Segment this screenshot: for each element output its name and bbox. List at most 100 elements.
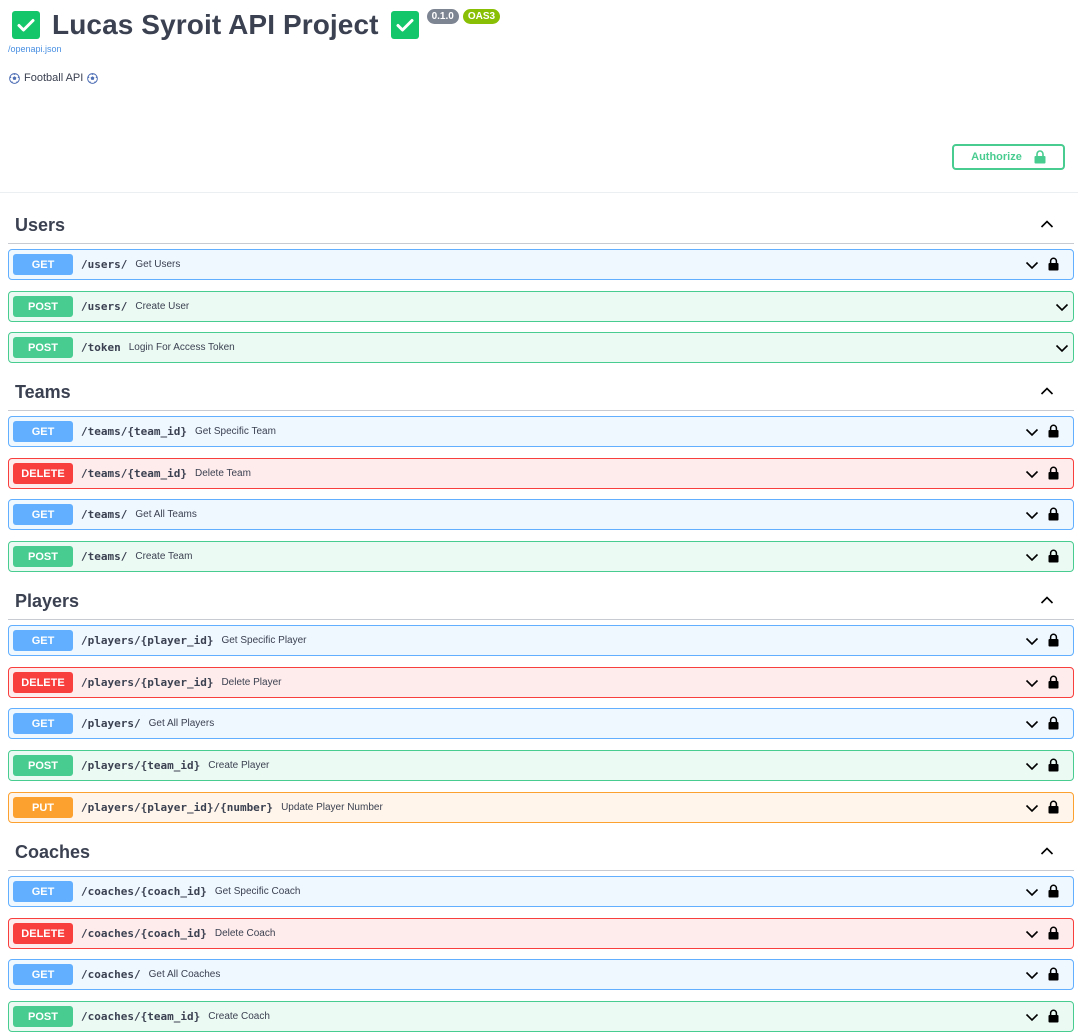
lock-icon[interactable] bbox=[1048, 758, 1059, 772]
lock-icon[interactable] bbox=[1048, 257, 1059, 271]
operation-path: /teams/ bbox=[81, 550, 128, 563]
method-badge: GET bbox=[13, 421, 73, 442]
operation-post-row[interactable]: POST/teams/Create Team bbox=[8, 541, 1074, 572]
tag-header-players[interactable]: Players bbox=[8, 582, 1074, 620]
chevron-down-icon[interactable] bbox=[1055, 302, 1069, 312]
operation-summary: Create Player bbox=[208, 760, 270, 771]
lock-icon[interactable] bbox=[1048, 1009, 1059, 1023]
method-badge: POST bbox=[13, 755, 73, 776]
method-badge: GET bbox=[13, 713, 73, 734]
chevron-down-icon[interactable] bbox=[1025, 510, 1039, 520]
chevron-down-icon[interactable] bbox=[1025, 1012, 1039, 1022]
operation-path: /players/{player_id} bbox=[81, 634, 214, 647]
operation-path: /players/{player_id}/{number} bbox=[81, 801, 274, 814]
chevron-down-icon[interactable] bbox=[1025, 552, 1039, 562]
chevron-down-icon[interactable] bbox=[1055, 343, 1069, 353]
lock-icon[interactable] bbox=[1048, 424, 1059, 438]
method-badge: GET bbox=[13, 254, 73, 275]
chevron-up-icon[interactable] bbox=[1040, 219, 1054, 229]
operation-path: /players/{player_id} bbox=[81, 676, 214, 689]
chevron-up-icon[interactable] bbox=[1040, 386, 1054, 396]
operation-delete-row[interactable]: DELETE/teams/{team_id} Delete Team bbox=[8, 458, 1074, 489]
operation-post-row[interactable]: POST/users/Create User bbox=[8, 291, 1074, 322]
method-badge: POST bbox=[13, 546, 73, 567]
method-badge: POST bbox=[13, 296, 73, 317]
operation-path: /coaches/ bbox=[81, 968, 141, 981]
chevron-down-icon[interactable] bbox=[1025, 678, 1039, 688]
authorize-button[interactable]: Authorize bbox=[952, 144, 1065, 170]
unlock-icon bbox=[1034, 150, 1046, 164]
operation-path: /teams/ bbox=[81, 508, 128, 521]
operation-delete-row[interactable]: DELETE/players/{player_id} Delete Player bbox=[8, 667, 1074, 698]
method-badge: PUT bbox=[13, 797, 73, 818]
lock-icon[interactable] bbox=[1048, 466, 1059, 480]
lock-icon[interactable] bbox=[1048, 507, 1059, 521]
lock-icon[interactable] bbox=[1048, 549, 1059, 563]
operation-summary: Create Team bbox=[135, 551, 193, 562]
operation-summary: Get Specific Player bbox=[221, 635, 307, 646]
operation-get-row[interactable]: GET/teams/{team_id} Get Specific Team bbox=[8, 416, 1074, 447]
operation-path: /players/ bbox=[81, 717, 141, 730]
tag-header-coaches[interactable]: Coaches bbox=[8, 833, 1074, 871]
soccer-ball-icon bbox=[9, 72, 20, 84]
method-badge: GET bbox=[13, 504, 73, 525]
method-badge: DELETE bbox=[13, 672, 73, 693]
operation-summary: Create User bbox=[135, 301, 190, 312]
operation-post-row[interactable]: POST/coaches/{team_id} Create Coach bbox=[8, 1001, 1074, 1032]
header-divider bbox=[0, 192, 1078, 193]
lock-icon[interactable] bbox=[1048, 675, 1059, 689]
operation-path: /teams/{team_id} bbox=[81, 467, 187, 480]
operation-delete-row[interactable]: DELETE/coaches/{coach_id} Delete Coach bbox=[8, 918, 1074, 949]
tag-header-users[interactable]: Users bbox=[8, 206, 1074, 244]
tag-name: Users bbox=[15, 215, 66, 235]
operation-get-row[interactable]: GET/teams/Get All Teams bbox=[8, 499, 1074, 530]
operation-get-row[interactable]: GET/users/Get Users bbox=[8, 249, 1074, 280]
operation-get-row[interactable]: GET/players/Get All Players bbox=[8, 708, 1074, 739]
operation-post-row[interactable]: POST/players/{team_id} Create Player bbox=[8, 750, 1074, 781]
operation-summary: Login For Access Token bbox=[128, 342, 235, 353]
operation-path: /players/{team_id} bbox=[81, 759, 201, 772]
operation-path: /coaches/{team_id} bbox=[81, 1010, 201, 1023]
page-title: Lucas Syroit API Project bbox=[52, 9, 379, 40]
operation-get-row[interactable]: GET/coaches/{coach_id} Get Specific Coach bbox=[8, 876, 1074, 907]
chevron-down-icon[interactable] bbox=[1025, 887, 1039, 897]
chevron-down-icon[interactable] bbox=[1025, 469, 1039, 479]
chevron-down-icon[interactable] bbox=[1025, 260, 1039, 270]
lock-icon[interactable] bbox=[1048, 716, 1059, 730]
method-badge: POST bbox=[13, 337, 73, 358]
chevron-up-icon[interactable] bbox=[1040, 595, 1054, 605]
check-icon bbox=[390, 11, 419, 39]
chevron-down-icon[interactable] bbox=[1025, 427, 1039, 437]
tag-header-teams[interactable]: Teams bbox=[8, 373, 1074, 411]
lock-icon[interactable] bbox=[1048, 633, 1059, 647]
operation-path: /users/ bbox=[81, 258, 128, 271]
operation-summary: Get Specific Team bbox=[194, 426, 276, 437]
api-description: Football API bbox=[8, 72, 1072, 84]
authorize-label: Authorize bbox=[971, 151, 1022, 163]
tag-name: Coaches bbox=[15, 842, 91, 862]
soccer-ball-icon bbox=[87, 72, 99, 84]
lock-icon[interactable] bbox=[1048, 967, 1059, 981]
lock-icon[interactable] bbox=[1048, 800, 1059, 814]
chevron-up-icon[interactable] bbox=[1040, 846, 1054, 856]
chevron-down-icon[interactable] bbox=[1025, 761, 1039, 771]
operation-post-row[interactable]: POST/token Login For Access Token bbox=[8, 332, 1074, 363]
method-badge: GET bbox=[13, 964, 73, 985]
chevron-down-icon[interactable] bbox=[1025, 719, 1039, 729]
lock-icon[interactable] bbox=[1048, 884, 1059, 898]
tag-name: Teams bbox=[15, 382, 71, 402]
operation-summary: Create Coach bbox=[208, 1011, 270, 1022]
chevron-down-icon[interactable] bbox=[1025, 970, 1039, 980]
chevron-down-icon[interactable] bbox=[1025, 929, 1039, 939]
chevron-down-icon[interactable] bbox=[1025, 803, 1039, 813]
operation-summary: Get Specific Coach bbox=[214, 886, 301, 897]
operation-get-row[interactable]: GET/players/{player_id} Get Specific Play… bbox=[8, 625, 1074, 656]
tag-name: Players bbox=[15, 591, 80, 611]
operation-path: /users/ bbox=[81, 300, 128, 313]
operation-get-row[interactable]: GET/coaches/Get All Coaches bbox=[8, 959, 1074, 990]
chevron-down-icon[interactable] bbox=[1025, 636, 1039, 646]
operation-put-row[interactable]: PUT/players/{player_id}/{number} Update P… bbox=[8, 792, 1074, 823]
lock-icon[interactable] bbox=[1048, 926, 1059, 940]
openapi-json-link[interactable]: /openapi.json bbox=[8, 44, 1072, 54]
badges: 0.1.0 OAS3 bbox=[426, 9, 501, 24]
